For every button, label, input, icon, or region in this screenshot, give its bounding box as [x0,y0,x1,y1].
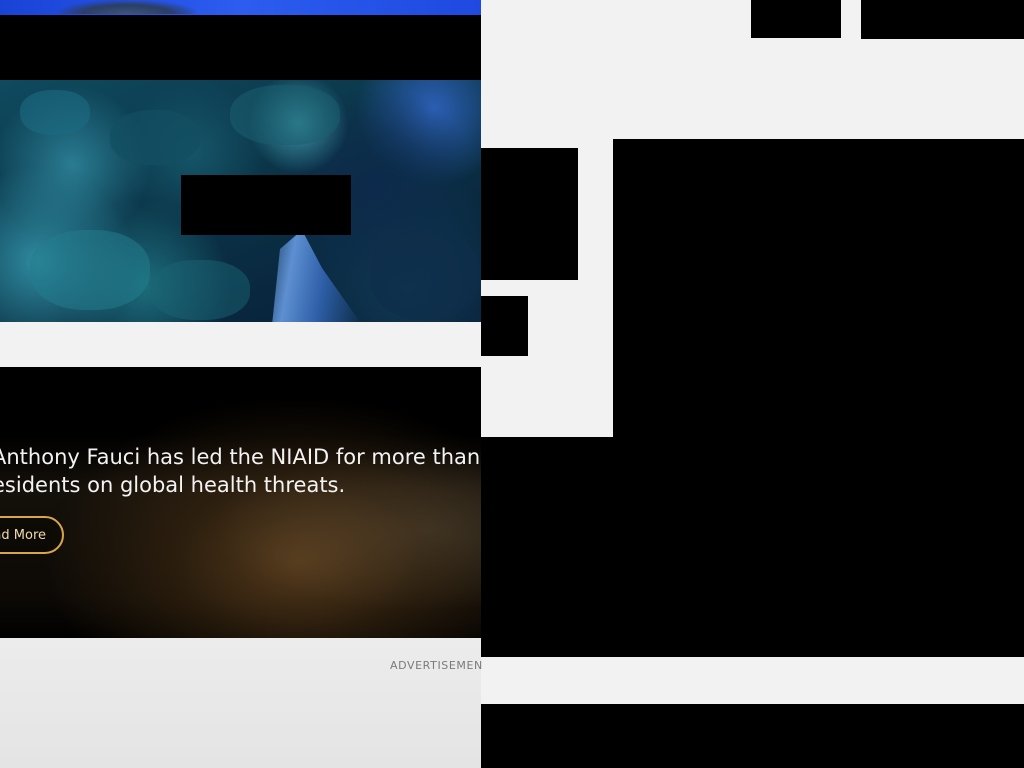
redacted-footer-block [481,704,1024,768]
redacted-content-block [481,437,1024,657]
read-more-label: ad More [0,527,46,543]
reef-rock-graphic [110,110,200,165]
reef-rock-graphic [30,230,150,310]
section-spacer [0,322,481,367]
redacted-nav-item[interactable] [751,0,841,38]
read-more-button[interactable]: ad More [0,516,64,554]
video-thumbnail-strip[interactable] [0,0,481,15]
advertisement-slot: ADVERTISEMEN [0,638,483,768]
redacted-side-element [481,296,528,356]
fish-graphic [272,230,362,322]
feature-text-line-2: esidents on global health threats. [0,473,346,497]
redacted-nav-item[interactable] [861,0,1024,39]
reef-rock-graphic [370,230,480,320]
reef-rock-graphic [20,90,90,135]
feature-description: Anthony Fauci has led the NIAID for more… [0,443,481,499]
featured-story-card[interactable]: Anthony Fauci has led the NIAID for more… [0,367,481,638]
redacted-video-header [0,15,481,80]
feature-text-line-1: Anthony Fauci has led the NIAID for more… [0,445,481,469]
reef-rock-graphic [230,85,340,145]
reef-rock-graphic [58,0,196,14]
reef-rock-graphic [150,260,250,320]
advertisement-label: ADVERTISEMEN [390,659,483,672]
redacted-side-element [481,148,578,280]
redacted-play-overlay[interactable] [181,175,351,235]
redacted-content-block [613,139,1024,437]
